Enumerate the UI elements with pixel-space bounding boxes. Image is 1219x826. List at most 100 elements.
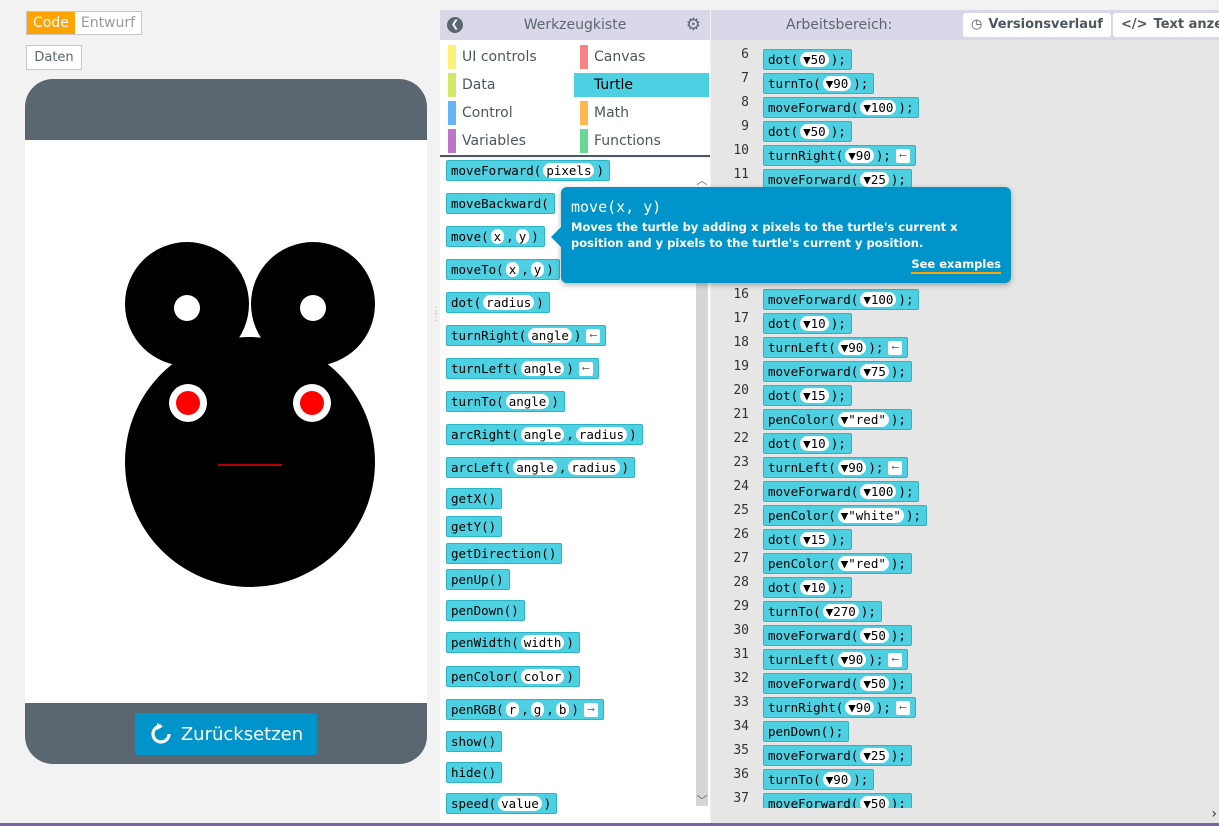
block-arg-slot[interactable]: g [530,702,545,717]
value-dropdown[interactable]: ▼"red" [837,412,889,427]
code-mode-button[interactable]: Code [27,12,75,34]
block-arg-slot[interactable]: y [515,229,530,244]
show-text-button[interactable]: </> Text anzeig [1113,13,1219,37]
scroll-up-icon[interactable]: ︿ [696,172,708,188]
scroll-right-icon[interactable]: › [1211,806,1217,822]
code-block[interactable]: dot(▼50); [763,49,852,70]
code-block[interactable]: penColor(▼"white"); [763,505,928,526]
expand-arrow-icon[interactable]: ⟶ [583,702,598,717]
value-dropdown[interactable]: ▼90 [845,700,874,715]
data-button[interactable]: Daten [26,45,82,70]
code-block[interactable]: moveForward(▼100); [763,289,920,310]
design-mode-button[interactable]: Entwurf [75,12,141,34]
value-dropdown[interactable]: ▼50 [860,628,889,643]
code-block[interactable]: dot(▼10); [763,433,852,454]
value-dropdown[interactable]: ▼25 [860,172,889,187]
code-block[interactable]: moveForward(▼50); [763,673,912,694]
version-history-button[interactable]: ◷ Versionsverlauf [963,13,1111,37]
block-arg-slot[interactable]: value [498,796,542,811]
block-arg-slot[interactable]: width [520,635,565,650]
palette-block-move[interactable]: move(x, y) [446,226,545,247]
value-dropdown[interactable]: ▼90 [837,460,867,475]
value-dropdown[interactable]: ▼100 [860,292,897,307]
block-arg-slot[interactable]: radius [568,460,620,475]
value-dropdown[interactable]: ▼50 [800,52,829,67]
value-dropdown[interactable]: ▼25 [860,748,889,763]
block-arg-slot[interactable]: r [505,702,520,717]
palette-block-dot[interactable]: dot(radius) [446,292,550,313]
code-block[interactable]: moveForward(▼75); [763,361,912,382]
code-block[interactable]: dot(▼50); [763,121,852,142]
resize-handle[interactable]: ⋮ ⋮ [431,307,441,329]
code-block[interactable]: turnTo(▼90); [763,769,875,790]
code-block[interactable]: turnLeft(▼90); ⟵ [763,649,909,670]
palette-block-turnright[interactable]: turnRight(angle) ⟵ [446,325,607,346]
category-variables[interactable]: Variables [442,129,568,153]
see-examples-link[interactable]: See examples [911,257,1001,274]
block-arg-slot[interactable]: pixels [543,163,595,178]
block-arg-slot[interactable]: radius [483,295,535,310]
value-dropdown[interactable]: ▼"white" [837,508,904,523]
code-block[interactable]: dot(▼15); [763,529,852,550]
code-block[interactable]: moveForward(▼100); [763,97,920,118]
category-canvas[interactable]: Canvas [574,45,709,69]
value-dropdown[interactable]: ▼15 [800,388,829,403]
block-arg-slot[interactable]: angle [513,460,557,475]
palette-block-moveforward[interactable]: moveForward(pixels) [446,160,610,181]
value-dropdown[interactable]: ▼50 [860,676,889,691]
code-block[interactable]: penColor(▼"red"); [763,409,912,430]
block-arg-slot[interactable]: x [490,229,505,244]
block-arg-slot[interactable]: radius [575,427,628,442]
collapse-icon[interactable]: ❮ [447,17,463,33]
block-arg-slot[interactable]: x [505,262,520,277]
palette-block-getx[interactable]: getX() [446,488,503,509]
block-arg-slot[interactable]: angle [520,361,565,376]
category-math[interactable]: Math [574,101,709,125]
palette-block-getdirection[interactable]: getDirection() [446,543,563,564]
value-dropdown[interactable]: ▼90 [837,652,867,667]
workspace-scrollbar[interactable]: › [711,806,1219,824]
value-dropdown[interactable]: ▼100 [860,484,897,499]
palette-block-turnleft[interactable]: turnLeft(angle) ⟵ [446,358,599,379]
palette-block-show[interactable]: show() [446,731,503,752]
gear-icon[interactable]: ⚙ [686,15,701,35]
block-arg-slot[interactable]: angle [528,328,572,343]
code-block[interactable]: moveForward(▼50); [763,625,912,646]
value-dropdown[interactable]: ▼15 [800,532,829,547]
code-block[interactable]: turnTo(▼270); [763,601,882,622]
palette-block-movebackward[interactable]: moveBackward( [446,193,555,214]
category-turtle[interactable]: Turtle [574,73,709,97]
value-dropdown[interactable]: ▼10 [800,316,829,331]
palette-block-moveto[interactable]: moveTo(x, y) [446,259,560,280]
value-dropdown[interactable]: ▼100 [860,100,897,115]
block-arg-slot[interactable]: b [555,702,570,717]
value-dropdown[interactable]: ▼90 [845,148,874,163]
block-arg-slot[interactable]: y [530,262,545,277]
palette-block-turnto[interactable]: turnTo(angle) [446,391,565,412]
code-block[interactable]: dot(▼10); [763,313,852,334]
value-dropdown[interactable]: ▼10 [800,580,829,595]
palette-block-pendown[interactable]: penDown() [446,600,525,621]
code-block[interactable]: moveForward(▼100); [763,481,920,502]
value-dropdown[interactable]: ▼50 [800,124,829,139]
palette-block-pencolor[interactable]: penColor(color) [446,666,580,687]
code-block[interactable]: turnRight(▼90); ⟵ [763,697,916,718]
palette-block-penrgb[interactable]: penRGB(r, g, b) ⟶ [446,699,604,720]
palette-block-speed[interactable]: speed(value) [446,793,558,814]
code-block[interactable]: moveForward(▼25); [763,745,912,766]
value-dropdown[interactable]: ▼"red" [837,556,889,571]
code-block[interactable]: penDown(); [763,721,850,742]
palette-block-hide[interactable]: hide() [446,762,503,783]
palette-block-arcright[interactable]: arcRight(angle, radius) [446,424,643,445]
palette-block-arcleft[interactable]: arcLeft(angle, radius) [446,457,636,478]
reset-button[interactable]: Zurücksetzen [135,713,317,755]
code-block[interactable]: dot(▼10); [763,577,852,598]
code-block[interactable]: turnLeft(▼90); ⟵ [763,457,909,478]
code-block[interactable]: dot(▼15); [763,385,852,406]
block-arg-slot[interactable]: angle [520,427,565,442]
palette-block-penup[interactable]: penUp() [446,569,510,590]
code-block[interactable]: turnTo(▼90); [763,73,875,94]
palette-block-gety[interactable]: getY() [446,516,503,537]
value-dropdown[interactable]: ▼90 [822,76,852,91]
value-dropdown[interactable]: ▼90 [822,772,852,787]
